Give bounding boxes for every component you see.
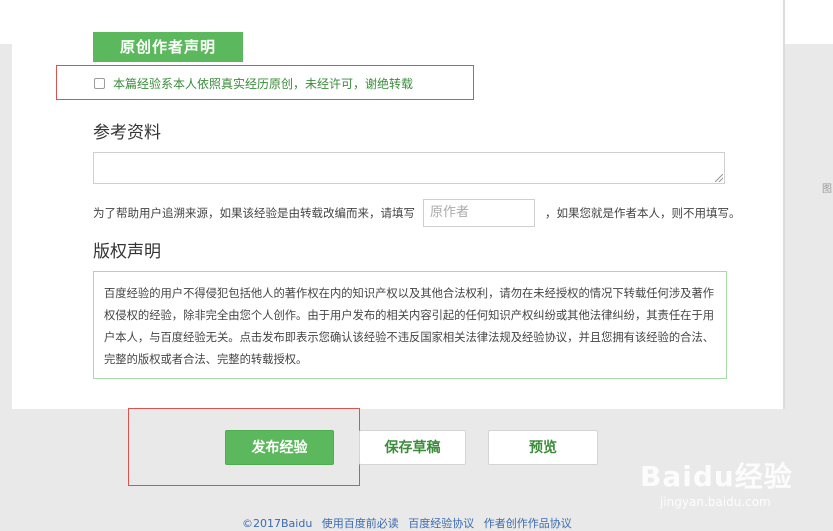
original-statement-title: 原创作者声明 [93,32,243,62]
declaration-row[interactable]: 本篇经验系本人依照真实经历原创，未经许可，谢绝转载 [94,73,413,93]
copyright-title: 版权声明 [93,242,161,262]
preview-button[interactable]: 预览 [488,430,598,465]
original-author-input[interactable]: 原作者 [423,199,535,227]
source-author-suffix: ，如果您就是作者本人，则不用填写。 [545,206,741,220]
publish-button[interactable]: 发布经验 [225,430,334,465]
footer-link-agreement[interactable]: 百度经验协议 [408,517,474,530]
declaration-label[interactable]: 本篇经验系本人依照真实经历原创，未经许可，谢绝转载 [113,75,413,92]
footer-link-copyright[interactable]: ©2017Baidu [242,517,312,530]
source-author-row: 为了帮助用户追溯来源，如果该经验是由转载改编而来，请填写 原作者 ，如果您就是作… [93,199,741,227]
footer-links: ©2017Baidu 使用百度前必读 百度经验协议 作者创作作品协议 [242,515,578,531]
copyright-text: 百度经验的用户不得侵犯包括他人的著作权在内的知识产权以及其他合法权利，请勿在未经… [93,271,727,379]
save-draft-button[interactable]: 保存草稿 [359,430,466,465]
panel-divider [783,0,785,409]
references-title: 参考资料 [93,123,161,143]
baidu-watermark: Baidu经验 jingyan.baidu.com [640,455,820,515]
watermark-logo: Baidu经验 [640,460,793,493]
footer-link-author-agreement[interactable]: 作者创作作品协议 [484,517,572,530]
source-author-prefix: 为了帮助用户追溯来源，如果该经验是由转载改编而来，请填写 [93,206,415,220]
watermark-url: jingyan.baidu.com [660,495,771,509]
footer-link-must-read[interactable]: 使用百度前必读 [322,517,399,530]
references-textarea[interactable] [93,152,725,184]
resize-grip-icon[interactable] [715,174,723,182]
side-glyph: 图 [822,184,832,195]
declaration-checkbox[interactable] [94,77,105,89]
